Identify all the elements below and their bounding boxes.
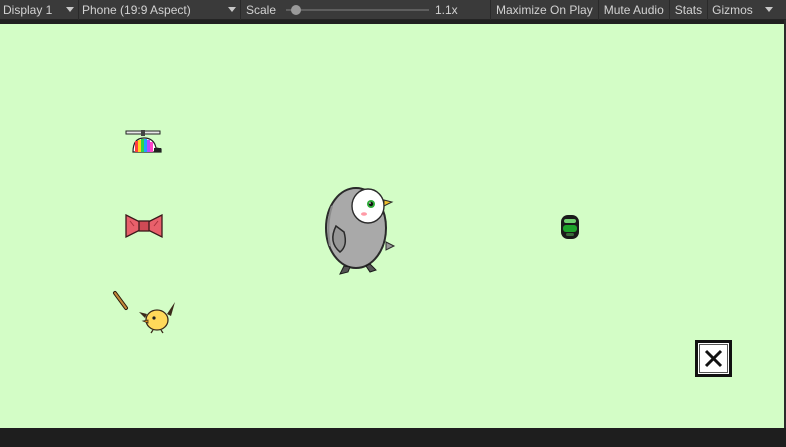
scale-slider-thumb[interactable]: [291, 4, 301, 15]
propeller-hat-icon[interactable]: [124, 128, 164, 156]
close-icon[interactable]: [695, 340, 732, 377]
scale-slider[interactable]: [286, 4, 429, 15]
dropdown-arrow-icon: [228, 6, 236, 12]
scale-control: Scale 1.1x: [241, 0, 491, 20]
game-view-window: Display 1 Phone (19:9 Aspect) Scale 1.1x…: [0, 0, 786, 447]
display-dropdown-label: Display 1: [3, 2, 53, 17]
magic-wand-icon[interactable]: [112, 290, 130, 312]
stats-toggle[interactable]: Stats: [670, 0, 709, 20]
game-view-toolbar: Display 1 Phone (19:9 Aspect) Scale 1.1x…: [0, 0, 786, 20]
gizmos-label: Gizmos: [712, 2, 753, 17]
green-orb-icon[interactable]: [558, 214, 582, 240]
dropdown-arrow-icon: [765, 6, 774, 12]
game-viewport[interactable]: [0, 24, 784, 428]
display-dropdown[interactable]: Display 1: [0, 0, 79, 20]
gizmos-dropdown[interactable]: Gizmos: [708, 0, 779, 20]
dropdown-arrow-icon: [66, 6, 74, 12]
yellow-chick-icon[interactable]: [137, 300, 177, 334]
maximize-on-play-toggle[interactable]: Maximize On Play: [491, 0, 599, 20]
mute-audio-label: Mute Audio: [603, 2, 664, 17]
aspect-dropdown-label: Phone (19:9 Aspect): [82, 2, 191, 17]
mute-audio-toggle[interactable]: Mute Audio: [599, 0, 670, 20]
penguin-character[interactable]: [318, 176, 398, 276]
stats-label: Stats: [674, 2, 703, 17]
bottom-bar: [0, 428, 786, 447]
scale-label: Scale: [246, 2, 277, 17]
scale-value: 1.1x: [435, 2, 458, 17]
maximize-on-play-label: Maximize On Play: [496, 2, 593, 17]
bow-tie-icon[interactable]: [124, 212, 164, 240]
aspect-dropdown[interactable]: Phone (19:9 Aspect): [79, 0, 241, 20]
